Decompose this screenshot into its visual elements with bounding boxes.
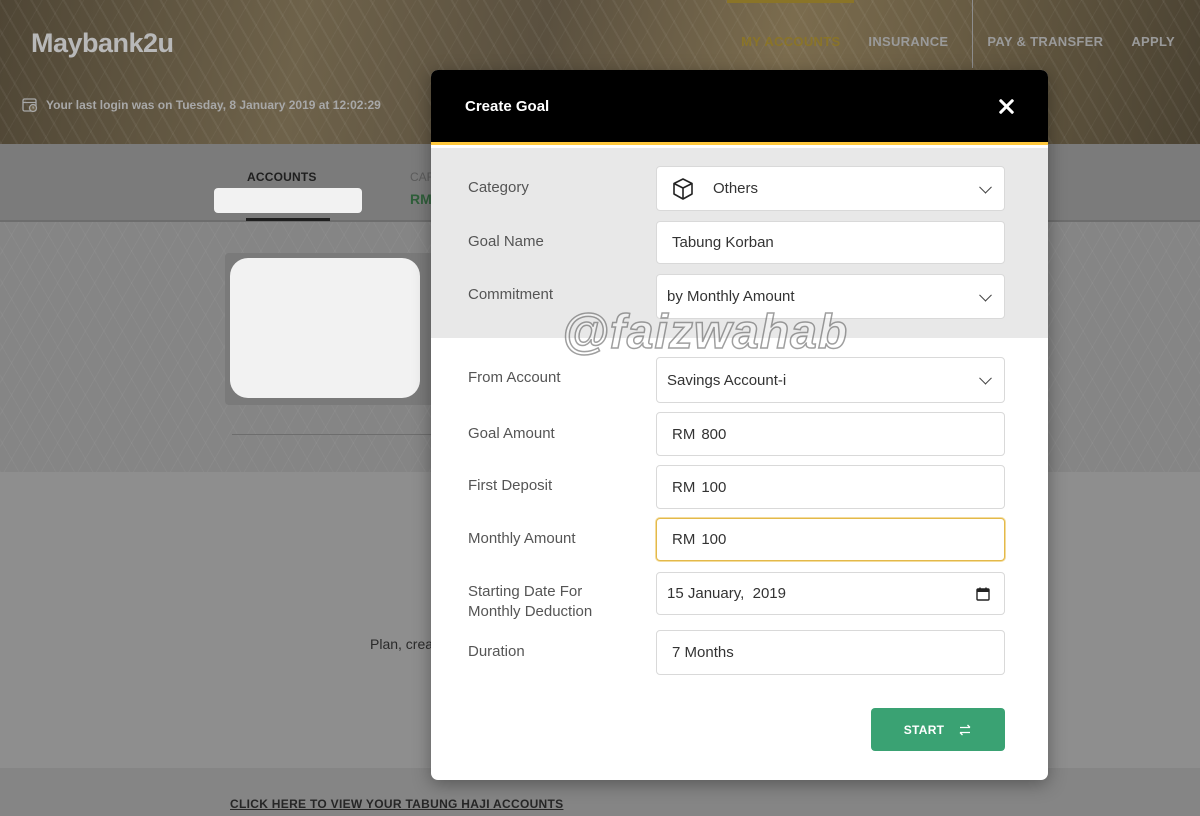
- starting-date-label: Starting Date For Monthly Deduction: [468, 582, 592, 622]
- commitment-label: Commitment: [468, 286, 554, 303]
- plan-text: Plan, crea: [370, 636, 434, 652]
- nav-my-accounts[interactable]: MY ACCOUNTS: [727, 0, 855, 70]
- top-navigation: MY ACCOUNTS INSURANCE PAY & TRANSFER APP…: [727, 0, 1200, 80]
- last-login-info: Your last login was on Tuesday, 8 Januar…: [22, 97, 381, 113]
- duration-value: 7 Months: [672, 644, 734, 661]
- content-divider: [232, 434, 432, 435]
- last-login-text: Your last login was on Tuesday, 8 Januar…: [46, 98, 381, 112]
- calendar-clock-icon: [22, 98, 38, 113]
- first-deposit-label: First Deposit: [468, 477, 553, 494]
- first-deposit-value: 100: [701, 478, 727, 496]
- goal-amount-input[interactable]: RM 800: [656, 412, 1005, 456]
- goal-amount-label: Goal Amount: [468, 425, 555, 442]
- category-value: Others: [713, 180, 759, 197]
- category-label: Category: [468, 179, 529, 196]
- duration-field[interactable]: 7 Months: [656, 630, 1005, 675]
- monthly-amount-value: 100: [701, 531, 727, 548]
- from-account-label: From Account: [468, 369, 561, 386]
- commitment-select[interactable]: by Monthly Amount: [656, 274, 1005, 319]
- tab-active-indicator: [246, 218, 330, 221]
- first-deposit-input[interactable]: RM 100: [656, 465, 1005, 509]
- box-icon: [673, 177, 693, 200]
- currency-prefix: RM: [672, 478, 696, 496]
- modal-header: Create Goal: [431, 70, 1048, 145]
- category-select[interactable]: Others: [656, 166, 1005, 211]
- nav-insurance[interactable]: INSURANCE: [854, 0, 962, 70]
- maybank2u-logo[interactable]: Maybank2u: [31, 28, 174, 59]
- chevron-down-icon: [979, 288, 992, 302]
- monthly-amount-label: Monthly Amount: [468, 530, 576, 547]
- tabung-haji-link[interactable]: CLICK HERE TO VIEW YOUR TABUNG HAJI ACCO…: [230, 797, 563, 811]
- starting-date-label-line2: Monthly Deduction: [468, 603, 593, 620]
- commitment-value: by Monthly Amount: [667, 288, 795, 305]
- goal-amount-value: 800: [701, 425, 727, 443]
- modal-title: Create Goal: [465, 98, 550, 115]
- nav-pay-transfer[interactable]: PAY & TRANSFER: [983, 0, 1117, 70]
- cards-balance: RM: [410, 191, 432, 207]
- tab-accounts[interactable]: ACCOUNTS: [247, 170, 317, 184]
- create-goal-modal: Create Goal Category Others Goal Name Ta…: [431, 70, 1048, 780]
- nav-divider: [972, 0, 974, 68]
- goal-name-value: Tabung Korban: [672, 234, 774, 251]
- calendar-icon[interactable]: [976, 587, 990, 601]
- starting-date-value: 15 January, 2019: [667, 585, 786, 602]
- goal-name-input[interactable]: Tabung Korban: [656, 221, 1005, 264]
- swap-arrows-icon: [959, 724, 971, 735]
- starting-date-input[interactable]: 15 January, 2019: [656, 572, 1005, 615]
- start-button[interactable]: START: [871, 708, 1005, 751]
- currency-prefix: RM: [672, 425, 696, 443]
- redacted-card-image: [230, 258, 420, 398]
- redacted-balance: [214, 188, 362, 213]
- monthly-amount-input[interactable]: RM 100: [656, 518, 1005, 561]
- goal-name-label: Goal Name: [468, 233, 544, 250]
- start-button-label: START: [903, 722, 945, 737]
- from-account-select[interactable]: Savings Account-i: [656, 357, 1005, 403]
- currency-prefix: RM: [672, 531, 696, 548]
- chevron-down-icon: [979, 180, 992, 194]
- chevron-down-icon: [979, 371, 992, 385]
- from-account-value: Savings Account-i: [667, 371, 787, 389]
- nav-apply[interactable]: APPLY: [1117, 0, 1200, 70]
- starting-date-label-line1: Starting Date For: [468, 583, 583, 600]
- close-icon[interactable]: [993, 94, 1019, 120]
- duration-label: Duration: [468, 643, 525, 660]
